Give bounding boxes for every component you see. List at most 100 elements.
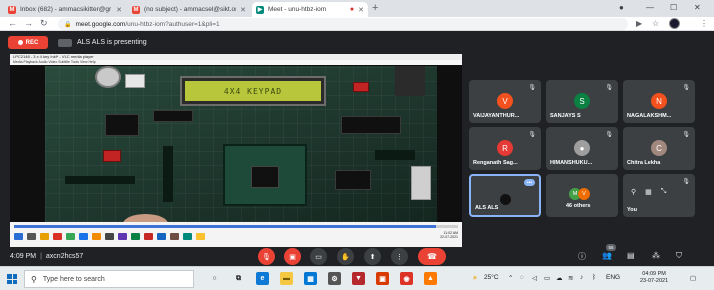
participant-tile[interactable]: 🎙 ● HIMANSHUKU... xyxy=(546,127,618,170)
camera-off-icon: ▣ xyxy=(289,253,296,261)
close-icon[interactable]: ✕ xyxy=(116,6,122,14)
recording-dot-icon: ● xyxy=(349,6,355,13)
layout-icon[interactable]: ▦ xyxy=(645,188,652,196)
meet-icon: ▶ xyxy=(256,5,264,14)
minimize-icon[interactable]: — xyxy=(646,3,654,12)
cortana-icon[interactable]: ○ xyxy=(208,272,221,285)
seek-progress xyxy=(14,225,436,228)
camera-toggle-button[interactable]: ▣ xyxy=(284,248,301,265)
tab-meet[interactable]: ▶ Meet - unu-htbz-iom ● ✕ xyxy=(252,2,368,17)
volume-icon[interactable]: ◁ xyxy=(532,274,537,282)
store-icon[interactable]: ▦ xyxy=(304,272,317,285)
browser-menu-icon[interactable]: ⋮ xyxy=(700,19,708,28)
recording-label: REC xyxy=(25,39,39,46)
weather-temp[interactable]: 25°C xyxy=(484,274,499,281)
chat-icon[interactable]: ▤ xyxy=(627,251,635,260)
others-count: 46 others xyxy=(566,203,591,209)
phone-hangup-icon: ☎ xyxy=(427,252,437,261)
leave-call-button[interactable]: ☎ xyxy=(418,248,446,265)
people-icon[interactable]: 👥 xyxy=(602,251,612,260)
avatar: V xyxy=(578,188,590,200)
notification-icon[interactable]: ▢ xyxy=(690,274,696,282)
camera-in-use-icon[interactable]: ▶ xyxy=(636,19,642,28)
recording-badge[interactable]: REC xyxy=(8,36,48,49)
back-icon[interactable]: ← xyxy=(8,18,17,28)
tab-gmail-no-subject[interactable]: M (no subject) - ammacsel@sikt.org ✕ xyxy=(128,2,250,17)
lcd-display: 4X4 KEYPAD xyxy=(182,78,324,104)
app-icon[interactable]: ▼ xyxy=(352,272,365,285)
chrome-icon[interactable]: ◉ xyxy=(400,272,413,285)
microphone-toggle-button[interactable]: 🎙 xyxy=(258,248,275,265)
separator: | xyxy=(40,253,42,260)
more-options-icon[interactable]: ••• xyxy=(524,179,535,186)
activities-icon[interactable]: ⁂ xyxy=(652,251,660,260)
weather-icon[interactable]: ☀ xyxy=(472,274,478,282)
reload-icon[interactable]: ↻ xyxy=(40,18,48,29)
others-tile[interactable]: M V 46 others xyxy=(546,174,618,217)
participant-tile[interactable]: 🎙 V VAIJAYANTHUR... xyxy=(469,80,541,123)
pin-icon[interactable]: ⚲ xyxy=(631,188,636,196)
meeting-code: axcn2hcs57 xyxy=(45,253,84,260)
avatar: N xyxy=(651,93,667,109)
profile-avatar[interactable] xyxy=(669,18,680,29)
participant-tile[interactable]: 🎙 C Chitra Lekha xyxy=(623,127,695,170)
meeting-info-icon[interactable]: ⓘ xyxy=(578,251,586,262)
settings-icon[interactable]: ⚙ xyxy=(328,272,341,285)
participant-tile[interactable]: 🎙 S SANJAYS S xyxy=(546,80,618,123)
app-icon xyxy=(14,232,23,240)
tray-expand-icon[interactable]: ⌃ xyxy=(508,274,513,282)
host-controls-icon[interactable]: ⛉ xyxy=(676,251,682,261)
ic-chip xyxy=(335,170,371,190)
task-view-icon[interactable]: ⧉ xyxy=(232,272,245,285)
bluetooth-icon[interactable]: ᛒ xyxy=(592,274,596,281)
window-close-icon[interactable]: ✕ xyxy=(694,3,701,12)
maximize-icon[interactable]: ☐ xyxy=(670,3,677,12)
tab-gmail-inbox[interactable]: M Inbox (682) - ammacsikitter@gr ✕ xyxy=(4,2,126,17)
bookmark-star-icon[interactable]: ☆ xyxy=(652,19,659,28)
app-icon xyxy=(196,232,205,240)
present-button[interactable]: ⬆ xyxy=(364,248,381,265)
shared-screen[interactable]: LPC2148 - 3 x 4 key Inkf* - VLC media pl… xyxy=(10,54,462,247)
mic-off-icon: 🎙 xyxy=(682,179,690,185)
taskbar-search[interactable]: ⚲ Type here to search xyxy=(24,270,194,288)
profile-dot-icon[interactable]: ● xyxy=(619,3,624,12)
you-tile-actions: ⚲ ▦ ⤡ xyxy=(631,188,666,196)
speaker-icon[interactable]: ♪ xyxy=(580,274,583,281)
office-icon[interactable]: ▣ xyxy=(376,272,389,285)
file-explorer-icon[interactable]: ▬ xyxy=(280,272,293,285)
self-presenting-tile[interactable]: ••• ALS ALS xyxy=(469,174,541,217)
app-icon xyxy=(144,232,153,240)
windows-start-icon[interactable] xyxy=(7,274,17,284)
you-tile[interactable]: 🎙 ⚲ ▦ ⤡ You xyxy=(623,174,695,217)
vlc-icon[interactable]: ▲ xyxy=(424,272,437,285)
address-bar[interactable]: 🔒 meet.google.com /unu-htbz-iom?authuser… xyxy=(58,18,628,30)
language-indicator[interactable]: ENG xyxy=(606,274,620,281)
person-icon: ● xyxy=(579,143,585,153)
participant-tile[interactable]: 🎙 N NAGALAKSHM... xyxy=(623,80,695,123)
presenting-text: ALS ALS is presenting xyxy=(77,39,147,46)
network-icon[interactable]: ◌ xyxy=(520,274,524,281)
close-icon[interactable]: ✕ xyxy=(358,6,364,14)
more-options-button[interactable]: ⋮ xyxy=(391,248,408,265)
meeting-details: 4:09 PM | axcn2hcs57 xyxy=(10,253,83,260)
taskbar-clock[interactable]: 04:09 PM 23-07-2021 xyxy=(640,271,668,285)
forward-icon[interactable]: → xyxy=(24,18,33,28)
lock-icon[interactable]: 🔒 xyxy=(64,21,71,28)
seek-bar[interactable] xyxy=(14,225,458,228)
cloud-icon[interactable]: ☁ xyxy=(556,274,563,282)
present-screen-icon xyxy=(58,38,72,47)
shrink-icon[interactable]: ⤡ xyxy=(661,188,667,196)
new-tab-button[interactable]: + xyxy=(372,2,378,14)
captions-button[interactable]: ▭ xyxy=(310,248,327,265)
header-pins xyxy=(65,176,135,184)
others-avatars: M V xyxy=(569,188,590,200)
shared-clock: 11:02 AM 22-07-2021 xyxy=(440,231,458,239)
close-icon[interactable]: ✕ xyxy=(240,6,246,14)
participant-name: ALS ALS xyxy=(475,205,499,211)
battery-icon[interactable]: ▭ xyxy=(544,274,550,282)
wifi-icon[interactable]: ≋ xyxy=(568,274,573,282)
raise-hand-button[interactable]: ✋ xyxy=(337,248,354,265)
vlc-controls[interactable]: 11:02 AM 22-07-2021 xyxy=(10,222,462,247)
edge-icon[interactable]: e xyxy=(256,272,269,285)
participant-tile[interactable]: 🎙 R Renganath Sag... xyxy=(469,127,541,170)
